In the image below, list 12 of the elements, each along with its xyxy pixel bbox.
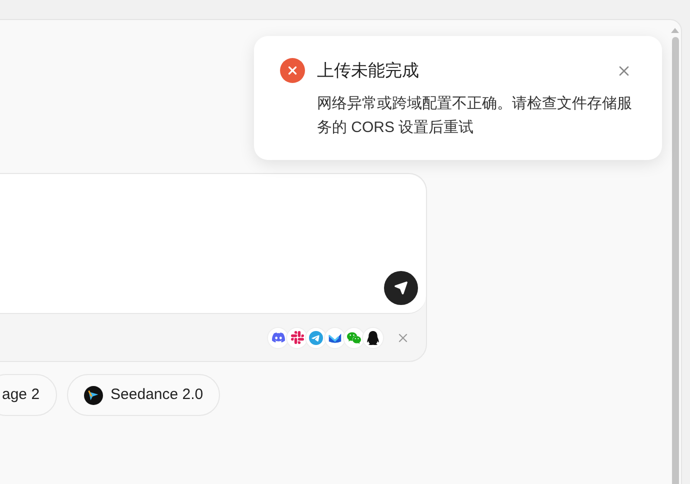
message-input[interactable]: [0, 174, 426, 314]
toast-message: 网络异常或跨域配置不正确。请检查文件存储服务的 CORS 设置后重试: [317, 94, 632, 138]
hash-icon[interactable]: [286, 326, 308, 348]
error-icon: [280, 58, 305, 83]
model-chip[interactable]: Seedance 2.0: [66, 374, 220, 416]
paper-plane-icon[interactable]: [305, 326, 327, 348]
controller-icon[interactable]: [267, 326, 289, 348]
toast-title: 上传未能完成: [317, 60, 419, 82]
send-icon: [394, 281, 408, 295]
penguin-icon[interactable]: [362, 326, 384, 348]
model-chip[interactable]: age 2: [0, 374, 57, 416]
send-button[interactable]: [384, 271, 418, 305]
